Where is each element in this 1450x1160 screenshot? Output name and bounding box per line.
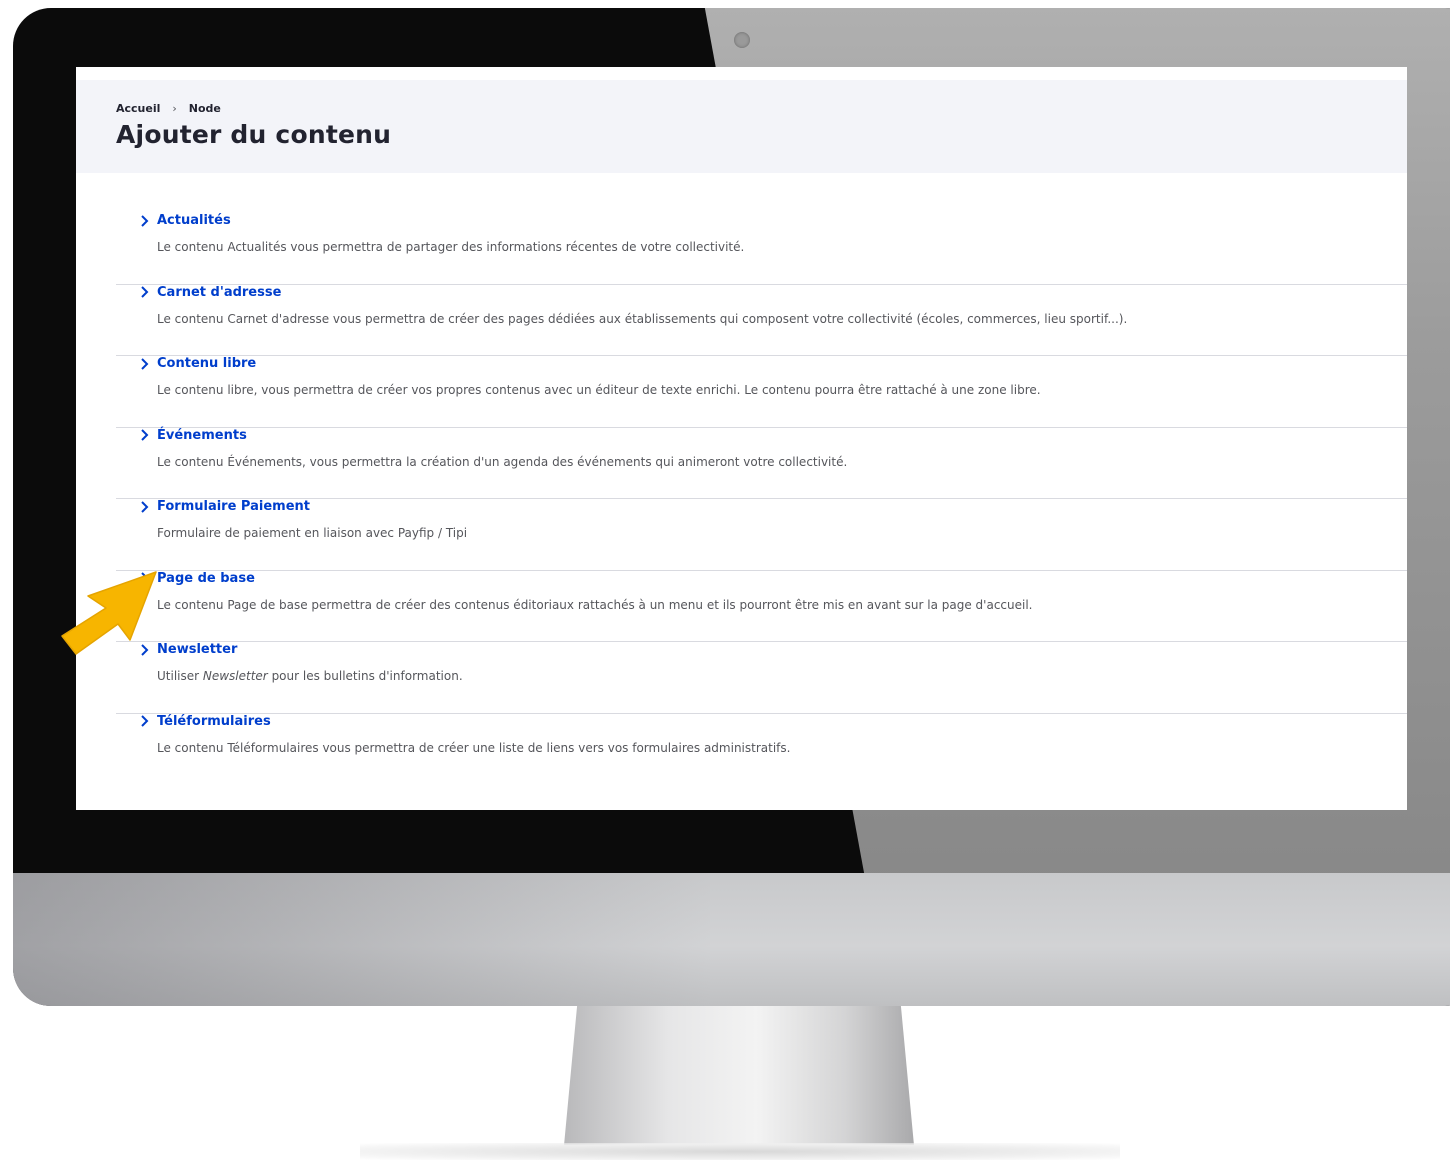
camera (734, 32, 750, 48)
content-type-description: Le contenu Téléformulaires vous permettr… (157, 740, 791, 755)
chevron-right-icon (141, 286, 149, 298)
pointer-arrow-icon (61, 571, 157, 655)
content-type-description: Utiliser Newsletter pour les bulletins d… (157, 669, 463, 683)
content-type-label: Téléformulaires (157, 713, 271, 729)
chevron-right-icon (141, 500, 149, 513)
content-type-label: Carnet d'adresse (157, 284, 282, 300)
content-type-description: Le contenu Actualités vous permettra de … (157, 240, 745, 254)
content-type-link-contenu-libre[interactable]: Contenu libre (138, 356, 256, 371)
content-type-label: Événements (157, 427, 247, 443)
content-type-link-formulaire-paiement[interactable]: Formulaire Paiement (138, 499, 310, 514)
list-item: Newsletter Utiliser Newsletter pour les … (116, 642, 1407, 714)
content-type-label: Newsletter (157, 642, 238, 657)
description-emphasis: Newsletter (202, 669, 268, 683)
chevron-right-icon (141, 715, 149, 727)
content-type-description: Le contenu libre, vous permettra de crée… (157, 383, 1041, 397)
list-item: Page de base Le contenu Page de base per… (116, 570, 1407, 642)
list-item: Carnet d'adresse Le contenu Carnet d'adr… (116, 285, 1407, 356)
breadcrumb-node[interactable]: Node (189, 102, 221, 115)
breadcrumb-home[interactable]: Accueil (116, 102, 160, 115)
top-strip (76, 67, 1407, 80)
monitor-stand (563, 1006, 915, 1156)
content-type-description: Le contenu Événements, vous permettra la… (157, 454, 848, 469)
page-title: Ajouter du contenu (116, 120, 392, 149)
monitor-stand-base (360, 1143, 1120, 1160)
chevron-right-icon (141, 214, 149, 227)
page-header: Accueil › Node Ajouter du contenu (76, 80, 1407, 173)
breadcrumb: Accueil › Node (116, 102, 1407, 115)
chevron-right-icon (141, 357, 149, 370)
content-type-description: Le contenu Page de base permettra de cré… (157, 597, 1033, 612)
content-type-link-carnet-adresse[interactable]: Carnet d'adresse (138, 285, 281, 300)
content-type-description: Formulaire de paiement en liaison avec P… (157, 526, 468, 540)
monitor-chin-shade (13, 873, 713, 1006)
content-type-list: Actualités Le contenu Actualités vous pe… (76, 173, 1407, 785)
list-item: Actualités Le contenu Actualités vous pe… (116, 213, 1407, 285)
breadcrumb-separator: › (172, 102, 177, 115)
content-type-label: Formulaire Paiement (157, 499, 310, 514)
content-type-link-actualites[interactable]: Actualités (138, 213, 231, 228)
content-type-description: Le contenu Carnet d'adresse vous permett… (157, 311, 1128, 326)
list-item: Contenu libre Le contenu libre, vous per… (116, 356, 1407, 428)
content-type-link-evenements[interactable]: Événements (138, 428, 247, 443)
list-item: Téléformulaires Le contenu Téléformulair… (116, 714, 1407, 786)
content-type-label: Page de base (157, 570, 255, 586)
content-type-label: Contenu libre (157, 356, 257, 371)
description-suffix: pour les bulletins d'information. (267, 669, 463, 683)
screen: Accueil › Node Ajouter du contenu Actual… (76, 67, 1407, 810)
list-item: Événements Le contenu Événements, vous p… (116, 428, 1407, 499)
content-type-label: Actualités (157, 213, 231, 228)
chevron-right-icon (141, 429, 149, 441)
content-type-link-teleformulaires[interactable]: Téléformulaires (138, 714, 271, 729)
description-prefix: Utiliser (157, 669, 203, 683)
list-item: Formulaire Paiement Formulaire de paieme… (116, 499, 1407, 571)
